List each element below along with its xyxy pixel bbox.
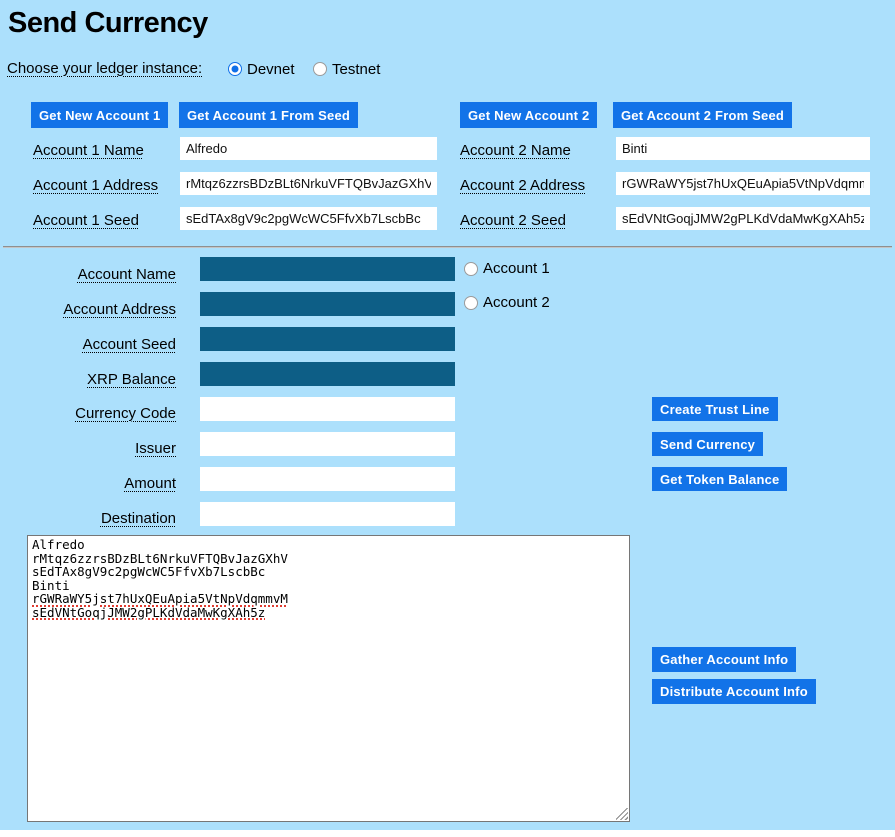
result-line: Alfredo: [32, 538, 625, 552]
get-account-1-from-seed-button[interactable]: Get Account 1 From Seed: [179, 102, 358, 128]
destination-label: Destination: [0, 510, 176, 527]
create-trust-line-button[interactable]: Create Trust Line: [652, 397, 778, 421]
account1-address-input[interactable]: [180, 172, 437, 195]
testnet-radio-label: Testnet: [332, 61, 380, 78]
account-name-label: Account Name: [0, 266, 176, 283]
account1-name-input[interactable]: [180, 137, 437, 160]
currency-code-label: Currency Code: [0, 405, 176, 422]
testnet-radio[interactable]: [313, 62, 327, 76]
result-line: rGWRaWY5jst7hUxQEuApia5VtNpVdqmmvM: [32, 592, 625, 606]
issuer-label: Issuer: [0, 440, 176, 457]
devnet-radio-label: Devnet: [247, 61, 295, 78]
account2-seed-input[interactable]: [616, 207, 870, 230]
distribute-account-info-button[interactable]: Distribute Account Info: [652, 679, 816, 704]
account2-name-input[interactable]: [616, 137, 870, 160]
account1-select-radio[interactable]: [464, 262, 478, 276]
get-account-2-from-seed-button[interactable]: Get Account 2 From Seed: [613, 102, 792, 128]
result-line: Binti: [32, 579, 625, 593]
account2-address-input[interactable]: [616, 172, 870, 195]
destination-input[interactable]: [200, 502, 455, 526]
account2-select-radio[interactable]: [464, 296, 478, 310]
account2-select-radio-label: Account 2: [483, 294, 550, 311]
section-divider: [3, 246, 892, 248]
result-line: sEdTAx8gV9c2pgWcWC5FfvXb7LscbBc: [32, 565, 625, 579]
get-token-balance-button[interactable]: Get Token Balance: [652, 467, 787, 491]
account2-name-label: Account 2 Name: [460, 142, 571, 159]
account1-select-radio-label: Account 1: [483, 260, 550, 277]
account-name-field[interactable]: [200, 257, 455, 281]
ledger-instance-label: Choose your ledger instance:: [7, 60, 202, 77]
account-info-textarea[interactable]: Alfredo rMtqz6zzrsBDzBLt6NrkuVFTQBvJazGX…: [27, 535, 630, 822]
account2-address-label: Account 2 Address: [460, 177, 585, 194]
account1-seed-label: Account 1 Seed: [33, 212, 139, 229]
account1-address-label: Account 1 Address: [33, 177, 158, 194]
textarea-resize-handle[interactable]: [616, 808, 628, 820]
account1-name-label: Account 1 Name: [33, 142, 144, 159]
account-seed-field[interactable]: [200, 327, 455, 351]
devnet-radio[interactable]: [228, 62, 242, 76]
amount-label: Amount: [0, 475, 176, 492]
page-title: Send Currency: [8, 7, 208, 40]
result-line: sEdVNtGoqjJMW2gPLKdVdaMwKgXAh5z: [32, 606, 625, 620]
currency-code-input[interactable]: [200, 397, 455, 421]
xrp-balance-label: XRP Balance: [0, 371, 176, 388]
amount-input[interactable]: [200, 467, 455, 491]
account-address-label: Account Address: [0, 301, 176, 318]
get-new-account-1-button[interactable]: Get New Account 1: [31, 102, 168, 128]
xrp-balance-field[interactable]: [200, 362, 455, 386]
account2-seed-label: Account 2 Seed: [460, 212, 566, 229]
account-seed-label: Account Seed: [0, 336, 176, 353]
send-currency-button[interactable]: Send Currency: [652, 432, 763, 456]
issuer-input[interactable]: [200, 432, 455, 456]
account1-seed-input[interactable]: [180, 207, 437, 230]
account-address-field[interactable]: [200, 292, 455, 316]
send-currency-page: Send Currency Choose your ledger instanc…: [0, 0, 895, 830]
gather-account-info-button[interactable]: Gather Account Info: [652, 647, 796, 672]
get-new-account-2-button[interactable]: Get New Account 2: [460, 102, 597, 128]
result-line: rMtqz6zzrsBDzBLt6NrkuVFTQBvJazGXhV: [32, 552, 625, 566]
